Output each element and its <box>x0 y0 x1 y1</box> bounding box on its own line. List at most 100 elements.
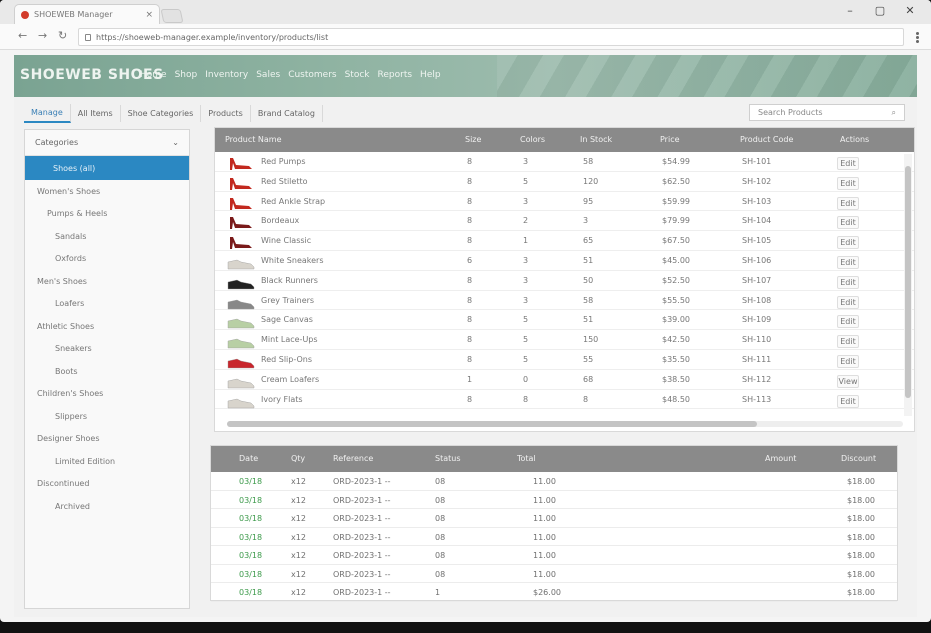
table-row[interactable]: 03/18 x12 ORD-2023-1 -- 08 11.00 $18.00 <box>211 491 897 509</box>
row-action-button[interactable]: Edit <box>837 216 859 230</box>
product-table-header: Product Name Size Colors In Stock Price Produ… <box>215 128 914 152</box>
shoe-thumbnail-icon <box>227 335 255 349</box>
banner-nav-link[interactable]: Stock <box>345 70 370 80</box>
reload-icon[interactable]: ↻ <box>58 29 67 42</box>
table-row[interactable]: Black Runners 8 3 50 $52.50 SH-107 Edit <box>215 271 914 291</box>
banner-nav-link[interactable]: Shop <box>175 70 198 80</box>
table-row[interactable]: 03/18 x12 ORD-2023-1 -- 08 11.00 $18.00 <box>211 546 897 565</box>
cell-name: Wine Classic <box>261 236 312 246</box>
subnav-tab[interactable]: Shoe Categories <box>121 104 202 122</box>
table-row[interactable]: 03/18 x12 ORD-2023-1 -- 08 11.00 $18.00 <box>211 472 897 491</box>
sidebar-item[interactable]: Oxfords <box>25 248 189 271</box>
horizontal-scrollbar[interactable] <box>227 421 903 427</box>
row-action-button[interactable]: Edit <box>837 315 859 329</box>
table-row[interactable]: Red Pumps 8 3 58 $54.99 SH-101 Edit <box>215 152 914 172</box>
sidebar-item[interactable]: Athletic Shoes <box>25 315 189 338</box>
table-row[interactable]: 03/18 x12 ORD-2023-1 -- 1 $26.00 $18.00 <box>211 583 897 602</box>
sidebar-item[interactable]: Women's Shoes <box>25 180 189 203</box>
close-tab-icon[interactable]: × <box>145 10 153 20</box>
sidebar-item[interactable]: Sneakers <box>25 338 189 361</box>
sidebar-item[interactable]: Designer Shoes <box>25 428 189 451</box>
sidebar-item[interactable]: Children's Shoes <box>25 383 189 406</box>
table-row[interactable]: Sage Canvas 8 5 51 $39.00 SH-109 Edit <box>215 310 914 331</box>
banner-nav-link[interactable]: Inventory <box>205 70 248 80</box>
column-header[interactable]: Date <box>239 454 258 463</box>
row-action-button[interactable]: Edit <box>837 157 859 170</box>
browser-tab[interactable]: SHOEWEB Manager × <box>14 4 160 24</box>
banner-nav-link[interactable]: Customers <box>288 70 336 80</box>
column-header[interactable]: Product Name <box>225 135 282 144</box>
column-header[interactable]: Discount <box>841 454 876 463</box>
row-action-button[interactable]: Edit <box>837 275 859 289</box>
table-row[interactable]: Mint Lace-Ups 8 5 150 $42.50 SH-110 Edit <box>215 330 914 350</box>
column-header[interactable]: Reference <box>333 454 373 463</box>
row-action-button[interactable]: Edit <box>837 255 859 269</box>
table-row[interactable]: White Sneakers 6 3 51 $45.00 SH-106 Edit <box>215 251 914 271</box>
sidebar-header[interactable]: Categories ⌄ <box>25 130 189 156</box>
column-header[interactable]: In Stock <box>580 135 612 144</box>
column-header[interactable]: Price <box>660 135 680 144</box>
minimize-icon[interactable]: – <box>835 2 865 20</box>
table-row[interactable]: 03/18 x12 ORD-2023-1 -- 08 11.00 $18.00 <box>211 509 897 528</box>
row-action-button[interactable]: Edit <box>837 236 859 250</box>
sidebar-item[interactable]: Discontinued <box>25 473 189 496</box>
search-input[interactable]: Search Products ⌕ <box>749 104 905 121</box>
sidebar-item[interactable]: Slippers <box>25 405 189 428</box>
banner-nav-link[interactable]: Help <box>420 70 441 80</box>
subnav-tab[interactable]: Brand Catalog <box>251 104 323 122</box>
new-tab-button[interactable] <box>160 9 184 23</box>
scroll-thumb[interactable] <box>227 421 757 427</box>
close-window-icon[interactable]: ✕ <box>895 2 925 20</box>
column-header[interactable]: Product Code <box>740 135 793 144</box>
table-row[interactable]: Wine Classic 8 1 65 $67.50 SH-105 Edit <box>215 231 914 251</box>
maximize-icon[interactable]: ▢ <box>865 2 895 20</box>
column-header[interactable]: Size <box>465 135 481 144</box>
row-action-button[interactable]: Edit <box>837 394 859 408</box>
sidebar-item[interactable]: Limited Edition <box>25 450 189 473</box>
row-action-button[interactable]: Edit <box>837 295 859 309</box>
forward-arrow-icon[interactable]: → <box>38 29 47 42</box>
table-row[interactable]: 03/18 x12 ORD-2023-1 -- 08 11.00 $18.00 <box>211 528 897 546</box>
chevron-down-icon[interactable]: ⌄ <box>172 138 179 147</box>
column-header[interactable]: Colors <box>520 135 545 144</box>
table-row[interactable]: Cream Loafers 1 0 68 $38.50 SH-112 View <box>215 370 914 390</box>
banner-nav-link[interactable]: Reports <box>378 70 413 80</box>
table-row[interactable]: Bordeaux 8 2 3 $79.99 SH-104 Edit <box>215 211 914 232</box>
table-row[interactable]: Red Slip-Ons 8 5 55 $35.50 SH-111 Edit <box>215 350 914 370</box>
search-icon[interactable]: ⌕ <box>892 108 896 117</box>
scroll-thumb[interactable] <box>905 166 911 398</box>
shoe-thumbnail-icon <box>227 296 255 310</box>
vertical-scrollbar[interactable] <box>904 154 912 416</box>
column-header[interactable]: Amount <box>765 454 796 463</box>
sidebar-item-active[interactable]: Shoes (all) <box>25 156 189 180</box>
row-action-button[interactable]: Edit <box>837 335 859 349</box>
subnav-tab[interactable]: Manage <box>24 103 71 123</box>
banner-nav-link[interactable]: Sales <box>256 70 280 80</box>
sidebar-item[interactable]: Sandals <box>25 225 189 248</box>
column-header[interactable]: Status <box>435 454 461 463</box>
sidebar-item[interactable]: Loafers <box>25 293 189 316</box>
row-action-button[interactable]: Edit <box>837 354 859 368</box>
table-row[interactable]: Grey Trainers 8 3 58 $55.50 SH-108 Edit <box>215 291 914 311</box>
table-row[interactable]: Red Stiletto 8 5 120 $62.50 SH-102 Edit <box>215 172 914 192</box>
table-row[interactable]: Ivory Flats 8 8 8 $48.50 SH-113 Edit <box>215 390 914 410</box>
address-bar[interactable]: https://shoeweb-manager.example/inventor… <box>78 28 904 46</box>
row-action-button[interactable]: View <box>837 374 859 388</box>
row-action-button[interactable]: Edit <box>837 176 859 190</box>
subnav-tab[interactable]: Products <box>201 104 251 122</box>
row-action-button[interactable]: Edit <box>837 196 859 210</box>
banner-nav-link[interactable]: Home <box>140 70 167 80</box>
sidebar-item[interactable]: Men's Shoes <box>25 270 189 293</box>
back-arrow-icon[interactable]: ← <box>18 29 27 42</box>
browser-menu-icon[interactable] <box>916 32 919 43</box>
table-row[interactable]: 03/18 x12 ORD-2023-1 -- 08 11.00 $18.00 <box>211 565 897 583</box>
sidebar-item[interactable]: Archived <box>25 495 189 518</box>
column-header[interactable]: Actions <box>840 135 869 144</box>
column-header[interactable]: Qty <box>291 454 305 463</box>
sidebar-item[interactable]: Boots <box>25 360 189 383</box>
sidebar-item[interactable]: Pumps & Heels <box>25 203 189 226</box>
cell-discount: $18.00 <box>847 588 875 597</box>
column-header[interactable]: Total <box>517 454 536 463</box>
table-row[interactable]: Red Ankle Strap 8 3 95 $59.99 SH-103 Edit <box>215 192 914 212</box>
subnav-tab[interactable]: All Items <box>71 104 121 122</box>
